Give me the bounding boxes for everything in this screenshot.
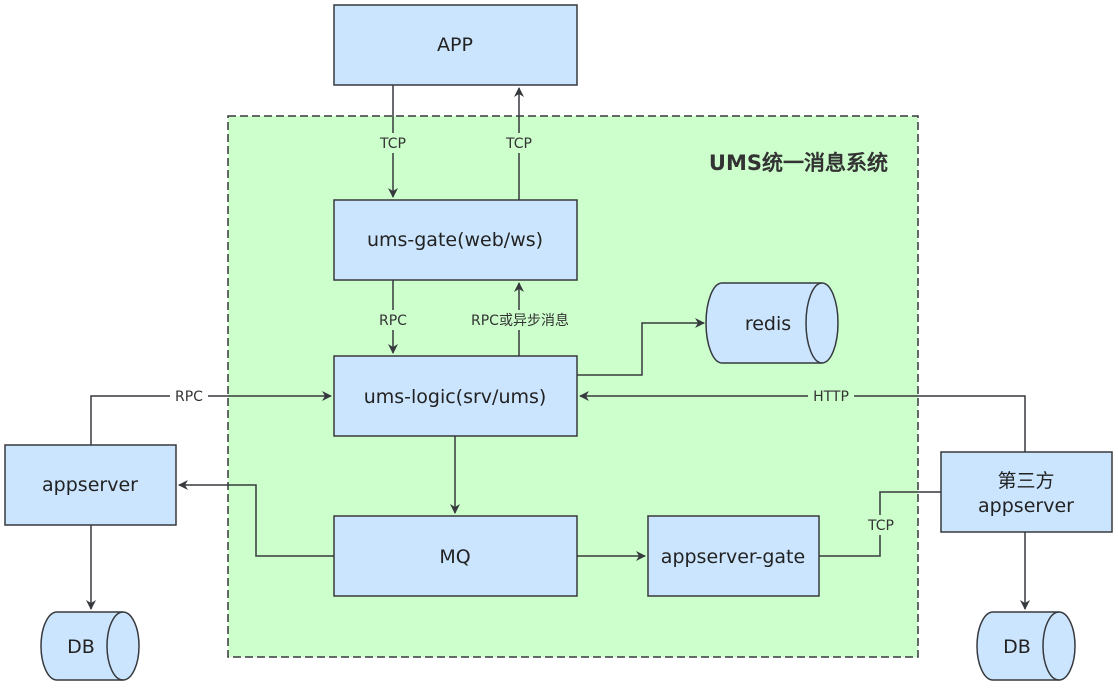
edge-label-app-to-gate: TCP [379, 136, 406, 152]
svg-text:MQ: MQ [439, 546, 470, 568]
svg-text:APP: APP [437, 34, 473, 56]
svg-text:appserver-gate: appserver-gate [661, 546, 805, 568]
svg-text:DB: DB [1003, 636, 1031, 658]
svg-text:appserver: appserver [978, 495, 1074, 517]
edge-label-logic-to-gate: RPC或异步消息 [471, 312, 569, 329]
edge-label-third-to-logic: HTTP [813, 389, 849, 405]
edge-label-gate-to-app: TCP [505, 136, 532, 152]
svg-text:ums-gate(web/ws): ums-gate(web/ws) [367, 229, 543, 251]
edge-label-gate-to-third: TCP [867, 518, 894, 534]
architecture-diagram: UMS统一消息系统 TCP TCP RPC RPC或异步消息 RPC HTTP … [4, 4, 1113, 681]
ums-system-title: UMS统一消息系统 [709, 151, 888, 175]
edge-label-appserver-to-logic: RPC [175, 389, 203, 405]
node-mq: MQ [333, 515, 578, 597]
node-db-left: DB [40, 611, 140, 681]
svg-text:redis: redis [745, 313, 791, 335]
node-redis: redis [705, 282, 839, 364]
node-appserver: appserver [4, 444, 177, 526]
node-ums-logic: ums-logic(srv/ums) [333, 355, 578, 437]
edge-label-gate-to-logic: RPC [379, 313, 407, 329]
node-db-right: DB [976, 611, 1076, 681]
node-ums-gate: ums-gate(web/ws) [333, 199, 578, 281]
node-appserver-gate: appserver-gate [647, 515, 820, 597]
svg-text:DB: DB [67, 636, 95, 658]
svg-text:第三方: 第三方 [997, 470, 1054, 492]
svg-text:ums-logic(srv/ums): ums-logic(srv/ums) [364, 386, 547, 408]
svg-text:appserver: appserver [42, 474, 138, 496]
node-third-party-appserver: 第三方 appserver [940, 451, 1113, 533]
node-app: APP [333, 4, 578, 86]
